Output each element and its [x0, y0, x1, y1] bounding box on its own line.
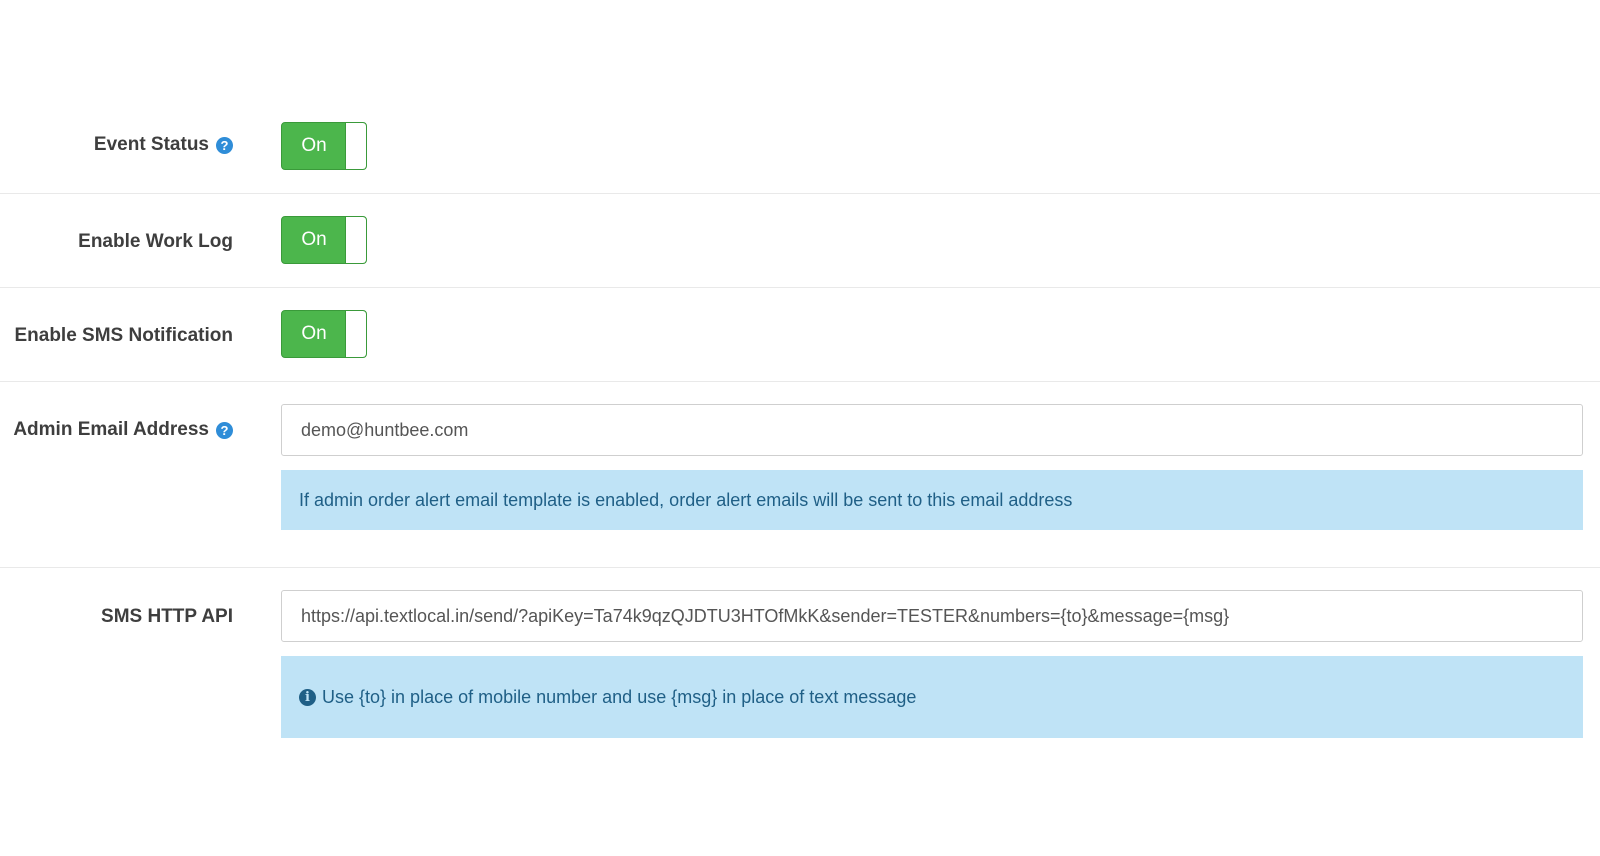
admin-email-label: Admin Email Address ?	[13, 419, 233, 441]
sms-http-api-label: SMS HTTP API	[101, 606, 233, 628]
toggle-knob	[345, 311, 366, 357]
row-divider	[0, 381, 1600, 382]
sms-http-api-label-text: SMS HTTP API	[101, 606, 233, 627]
question-circle-icon[interactable]: ?	[216, 421, 233, 439]
row-divider	[0, 193, 1600, 194]
enable-work-log-toggle-state: On	[301, 229, 327, 250]
sms-http-api-help-alert: i Use {to} in place of mobile number and…	[281, 656, 1583, 738]
info-circle-icon: i	[299, 688, 316, 706]
row-divider	[0, 287, 1600, 288]
sms-http-api-input[interactable]	[281, 590, 1583, 642]
event-status-toggle-state: On	[301, 135, 327, 156]
row-divider	[0, 567, 1600, 568]
event-status-label: Event Status ?	[94, 134, 233, 156]
enable-sms-notification-toggle[interactable]: On	[281, 310, 367, 358]
enable-work-log-label-text: Enable Work Log	[78, 231, 233, 252]
toggle-knob	[345, 217, 366, 263]
enable-sms-notification-label: Enable SMS Notification	[14, 325, 233, 347]
toggle-knob	[345, 123, 366, 169]
event-status-label-text: Event Status	[93, 134, 209, 155]
enable-sms-notification-toggle-state: On	[301, 323, 327, 344]
admin-email-help-alert: If admin order alert email template is e…	[281, 470, 1583, 530]
admin-email-input[interactable]	[281, 404, 1583, 456]
question-circle-icon[interactable]: ?	[216, 136, 233, 154]
enable-sms-notification-label-text: Enable SMS Notification	[14, 325, 233, 346]
enable-work-log-label: Enable Work Log	[78, 231, 233, 253]
admin-email-label-text: Admin Email Address	[13, 419, 209, 440]
admin-email-help-text: If admin order alert email template is e…	[299, 489, 1073, 510]
enable-work-log-toggle[interactable]: On	[281, 216, 367, 264]
event-status-toggle[interactable]: On	[281, 122, 367, 170]
sms-http-api-help-text: Use {to} in place of mobile number and u…	[322, 686, 917, 707]
